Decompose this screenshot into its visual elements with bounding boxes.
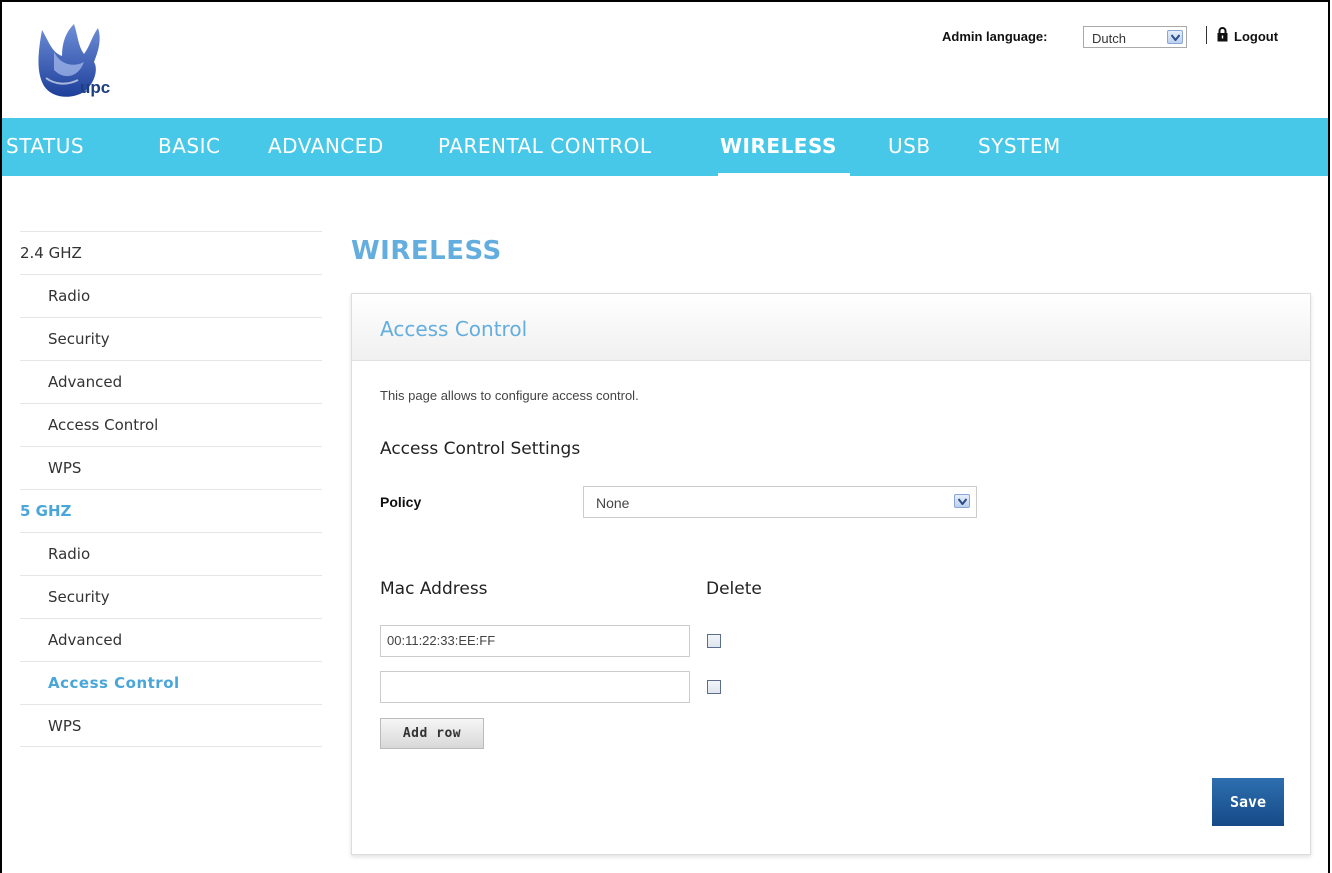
- save-button[interactable]: Save: [1212, 778, 1284, 826]
- sidebar-item-label: Security: [48, 330, 110, 348]
- policy-value: None: [596, 495, 630, 511]
- policy-select[interactable]: None: [583, 486, 977, 518]
- sidebar-item-label: WPS: [48, 459, 82, 477]
- sidebar-item-label: Access Control: [48, 674, 180, 692]
- mac-address-input[interactable]: 00:11:22:33:EE:FF: [380, 625, 690, 657]
- nav-item-system[interactable]: SYSTEM: [978, 134, 1061, 158]
- chevron-down-icon[interactable]: [1167, 30, 1183, 44]
- sidebar-item-label: 5 GHZ: [20, 502, 72, 520]
- logo-text: upc: [80, 78, 111, 97]
- sidebar: 2.4 GHZ Radio Security Advanced Access C…: [20, 231, 322, 747]
- sidebar-item-security-24[interactable]: Security: [20, 317, 322, 360]
- panel-title: Access Control: [380, 317, 528, 341]
- page-title: WIRELESS: [351, 236, 502, 266]
- section-title: Access Control Settings: [380, 439, 581, 459]
- sidebar-item-label: Advanced: [48, 631, 123, 649]
- sidebar-item-label: Advanced: [48, 373, 123, 391]
- sidebar-item-label: Radio: [48, 287, 91, 305]
- sidebar-item-label: Access Control: [48, 416, 159, 434]
- sidebar-item-access-control-24[interactable]: Access Control: [20, 403, 322, 446]
- delete-header: Delete: [706, 579, 762, 599]
- mac-address-input[interactable]: [380, 671, 690, 703]
- sidebar-group-2-4ghz[interactable]: 2.4 GHZ: [20, 231, 322, 274]
- main-nav: STATUS BASIC ADVANCED PARENTAL CONTROL W…: [2, 118, 1328, 176]
- nav-item-usb[interactable]: USB: [888, 134, 931, 158]
- sidebar-item-radio-24[interactable]: Radio: [20, 274, 322, 317]
- sidebar-item-label: WPS: [48, 717, 82, 735]
- sidebar-item-wps-24[interactable]: WPS: [20, 446, 322, 489]
- sidebar-item-label: Radio: [48, 545, 91, 563]
- sidebar-item-advanced-5[interactable]: Advanced: [20, 618, 322, 661]
- page-description: This page allows to configure access con…: [380, 388, 639, 403]
- sidebar-item-label: Security: [48, 588, 110, 606]
- admin-language-select[interactable]: Dutch: [1083, 26, 1187, 48]
- sidebar-item-wps-5[interactable]: WPS: [20, 704, 322, 747]
- panel-header: Access Control: [352, 294, 1310, 361]
- sidebar-group-5ghz[interactable]: 5 GHZ: [20, 489, 322, 532]
- sidebar-item-security-5[interactable]: Security: [20, 575, 322, 618]
- admin-language-value: Dutch: [1092, 31, 1126, 46]
- access-control-panel: Access Control This page allows to confi…: [351, 293, 1311, 855]
- nav-item-advanced[interactable]: ADVANCED: [268, 134, 384, 158]
- delete-checkbox[interactable]: [707, 634, 721, 648]
- admin-language-label: Admin language:: [942, 29, 1048, 44]
- policy-label: Policy: [380, 494, 422, 510]
- lock-icon: [1217, 27, 1228, 42]
- nav-item-basic[interactable]: BASIC: [158, 134, 220, 158]
- sidebar-item-radio-5[interactable]: Radio: [20, 532, 322, 575]
- header: upc Admin language: Dutch Logout: [2, 2, 1328, 118]
- sidebar-item-advanced-24[interactable]: Advanced: [20, 360, 322, 403]
- sidebar-item-label: 2.4 GHZ: [20, 244, 82, 262]
- nav-active-indicator: [718, 173, 850, 176]
- sidebar-item-access-control-5[interactable]: Access Control: [20, 661, 322, 704]
- mac-address-header: Mac Address: [380, 579, 488, 599]
- logout-link[interactable]: Logout: [1234, 29, 1278, 44]
- add-row-button[interactable]: Add row: [380, 718, 484, 749]
- delete-checkbox[interactable]: [707, 680, 721, 694]
- header-divider: [1206, 26, 1207, 44]
- nav-item-status[interactable]: STATUS: [6, 134, 84, 158]
- nav-item-parental-control[interactable]: PARENTAL CONTROL: [438, 134, 651, 158]
- chevron-down-icon[interactable]: [954, 494, 970, 508]
- nav-item-wireless[interactable]: WIRELESS: [720, 134, 837, 158]
